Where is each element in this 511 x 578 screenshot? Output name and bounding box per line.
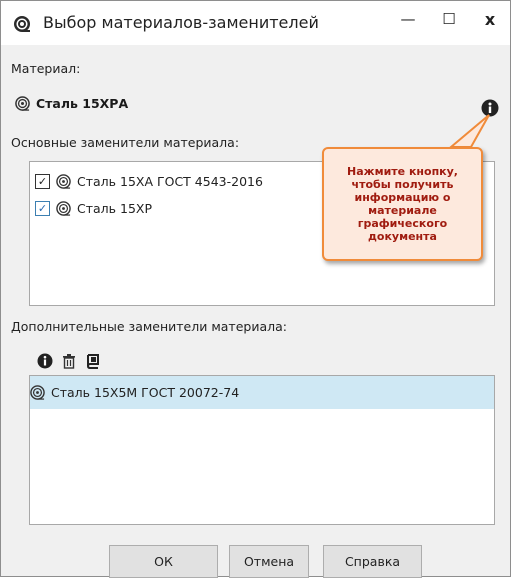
- window-title: Выбор материалов-заменителей: [43, 13, 319, 32]
- material-label: Материал:: [11, 61, 81, 76]
- material-coil-icon: [56, 173, 71, 189]
- help-callout: Нажмите кнопку, чтобы получить информаци…: [322, 147, 483, 261]
- additional-toolbar: [37, 353, 101, 369]
- trash-icon[interactable]: [61, 353, 77, 369]
- title-bar[interactable]: Выбор материалов-заменителей — ☐ x: [1, 1, 510, 45]
- book-icon[interactable]: [85, 353, 101, 369]
- primary-substitutes-label: Основные заменители материала:: [11, 135, 240, 150]
- cancel-button[interactable]: Отмена: [229, 545, 309, 578]
- list-item[interactable]: ✓ Сталь 15ХА ГОСТ 4543-2016: [35, 172, 263, 190]
- maximize-button[interactable]: ☐: [427, 1, 471, 37]
- additional-substitutes-label: Дополнительные заменители материала:: [11, 319, 287, 334]
- minimize-icon: —: [400, 10, 416, 28]
- item-checkbox[interactable]: ✓: [35, 200, 50, 216]
- help-button[interactable]: Справка: [323, 545, 422, 578]
- item-label: Сталь 15ХР: [77, 200, 153, 216]
- material-coil-icon: [15, 96, 30, 111]
- dialog-window: Выбор материалов-заменителей — ☐ x Матер…: [0, 0, 511, 578]
- callout-text: Нажмите кнопку, чтобы получить информаци…: [347, 165, 458, 243]
- maximize-icon: ☐: [442, 10, 456, 28]
- additional-substitutes-list[interactable]: Сталь 15Х5М ГОСТ 20072-74: [29, 375, 495, 525]
- material-coil-icon: [14, 16, 30, 32]
- item-checkbox[interactable]: ✓: [35, 173, 50, 189]
- minimize-button[interactable]: —: [386, 1, 430, 37]
- material-value-row: Сталь 15ХРА: [15, 96, 128, 111]
- info-icon[interactable]: [37, 353, 53, 369]
- ok-button[interactable]: ОК: [109, 545, 218, 578]
- item-label: Сталь 15ХА ГОСТ 4543-2016: [77, 173, 263, 189]
- list-item[interactable]: Сталь 15Х5М ГОСТ 20072-74: [30, 376, 494, 409]
- material-coil-icon: [56, 200, 71, 216]
- material-name: Сталь 15ХРА: [36, 96, 129, 111]
- close-icon: x: [484, 9, 496, 29]
- material-coil-icon: [30, 385, 45, 400]
- list-item[interactable]: ✓ Сталь 15ХР: [35, 199, 152, 217]
- close-button[interactable]: x: [468, 1, 511, 37]
- item-label: Сталь 15Х5М ГОСТ 20072-74: [51, 385, 240, 400]
- callout-pointer: [448, 114, 490, 148]
